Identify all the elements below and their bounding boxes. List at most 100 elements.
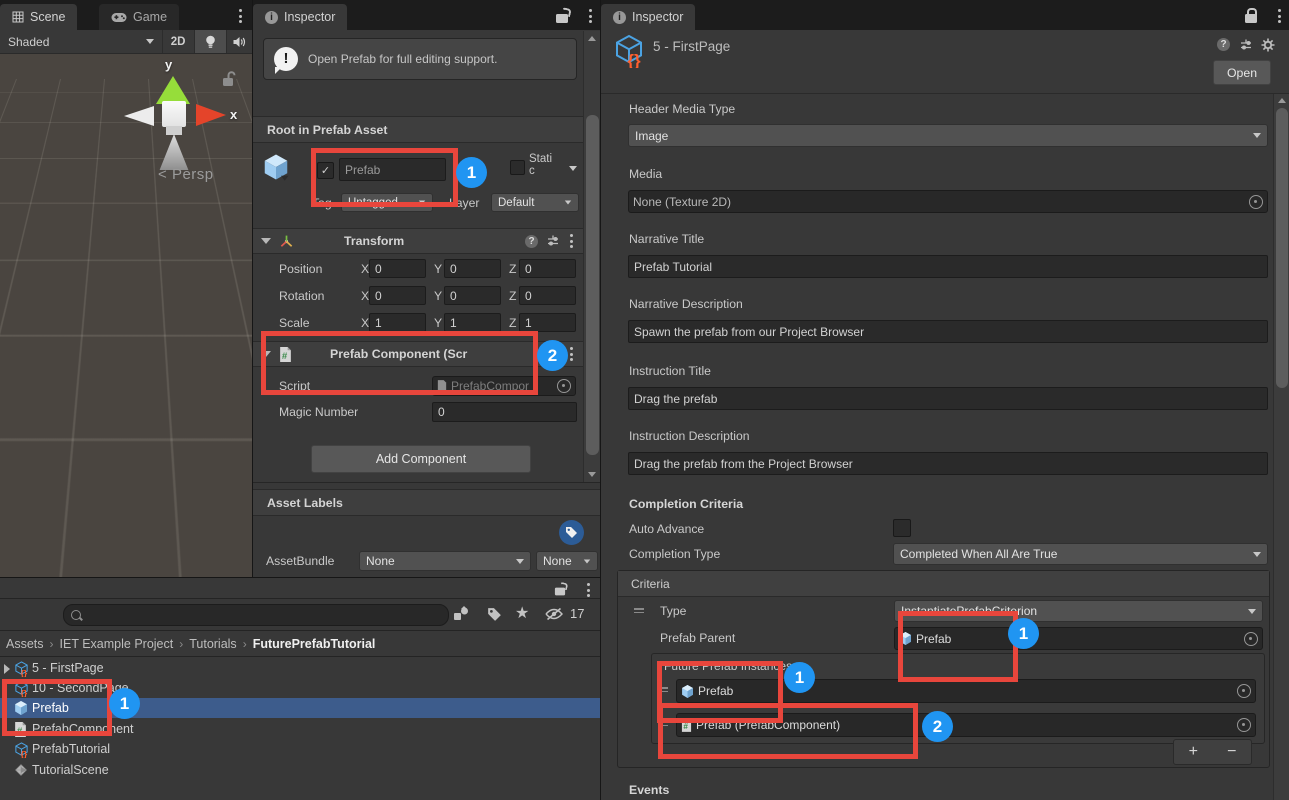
object-picker-icon[interactable] <box>1244 632 1258 646</box>
component-menu-icon[interactable] <box>568 232 575 250</box>
object-picker-icon[interactable] <box>1237 684 1251 698</box>
help-icon[interactable]: ? <box>1217 38 1230 51</box>
tab-game[interactable]: Game <box>99 4 179 30</box>
foldout-icon[interactable] <box>4 664 10 674</box>
search-by-type-icon[interactable] <box>452 605 470 623</box>
tab-inspector-page[interactable]: i Inspector <box>601 4 695 30</box>
remove-element-button[interactable]: − <box>1213 740 1252 764</box>
position-z-field[interactable]: 0 <box>519 259 576 278</box>
project-menu-icon[interactable] <box>583 579 594 601</box>
prefab-parent-object-field[interactable]: Prefab <box>894 627 1263 650</box>
project-search[interactable] <box>63 604 449 626</box>
breadcrumb-item[interactable]: Tutorials <box>189 637 236 651</box>
breadcrumb-item-current[interactable]: FuturePrefabTutorial <box>253 637 376 651</box>
scroll-up-icon[interactable] <box>588 36 596 41</box>
instance-1-object-field[interactable]: Prefab <box>676 679 1256 703</box>
tag-dropdown[interactable]: Untagged <box>341 193 433 212</box>
transform-header[interactable]: Transform ? <box>253 228 583 254</box>
gear-icon[interactable] <box>1261 38 1275 52</box>
project-item-prefabcomponent[interactable]: # PrefabComponent <box>0 719 600 739</box>
foldout-icon[interactable] <box>261 351 271 357</box>
rotation-x-field[interactable]: 0 <box>369 286 426 305</box>
unlock-icon[interactable] <box>220 70 236 87</box>
tab-inspector-prefab[interactable]: i Inspector <box>253 4 347 30</box>
project-item-prefabtutorial[interactable]: {} PrefabTutorial <box>0 739 600 759</box>
inspector-menu-icon[interactable] <box>585 5 596 27</box>
x-axis-cone[interactable] <box>196 104 226 126</box>
add-component-button[interactable]: Add Component <box>311 445 531 473</box>
scroll-down-icon[interactable] <box>588 472 596 477</box>
presets-icon[interactable] <box>1239 38 1253 52</box>
object-picker-icon[interactable] <box>1249 195 1263 209</box>
favorites-star-icon[interactable]: ★ <box>515 603 529 623</box>
project-item-secondpage[interactable]: {} 10 - SecondPage <box>0 678 600 698</box>
gameobject-active-checkbox[interactable]: ✓ <box>317 162 334 179</box>
scene-menu-icon[interactable] <box>235 5 246 27</box>
project-item-prefab[interactable]: Prefab <box>0 698 600 718</box>
rotation-z-field[interactable]: 0 <box>519 286 576 305</box>
asset-label-button[interactable] <box>559 520 584 545</box>
project-search-input[interactable] <box>86 607 441 623</box>
completion-type-dropdown[interactable]: Completed When All Are True <box>893 543 1268 565</box>
scale-z-field[interactable]: 1 <box>519 313 576 332</box>
z-axis-cone[interactable] <box>124 106 154 126</box>
scale-x-field[interactable]: 1 <box>369 313 426 332</box>
presets-icon[interactable] <box>546 234 560 248</box>
lock-icon[interactable] <box>1245 14 1257 23</box>
foldout-icon[interactable] <box>261 238 271 244</box>
reorder-handle-icon[interactable] <box>634 608 644 613</box>
gameobject-name-field[interactable]: Prefab <box>339 158 446 181</box>
reorder-handle-icon[interactable] <box>658 687 668 692</box>
static-checkbox[interactable] <box>510 160 525 175</box>
breadcrumb-item[interactable]: IET Example Project <box>60 637 174 651</box>
media-object-field[interactable]: None (Texture 2D) <box>628 190 1268 213</box>
y-axis-cone[interactable] <box>156 76 190 104</box>
project-item-firstpage[interactable]: {} 5 - FirstPage <box>0 658 600 678</box>
unlock-icon[interactable] <box>555 588 565 596</box>
object-picker-icon[interactable] <box>557 379 571 393</box>
page-inspector-scrollbar[interactable] <box>1273 94 1289 800</box>
layer-dropdown[interactable]: Default <box>491 193 579 212</box>
audio-toggle-button[interactable] <box>227 30 252 53</box>
search-by-label-icon[interactable] <box>487 607 502 622</box>
assetbundle-variant-dropdown[interactable]: None <box>536 551 598 571</box>
prefab-object[interactable] <box>162 101 186 127</box>
static-dropdown-icon[interactable] <box>569 166 577 171</box>
shading-mode-dropdown[interactable]: Shaded <box>0 30 163 53</box>
narrative-description-field[interactable]: Spawn the prefab from our Project Browse… <box>628 320 1268 343</box>
instruction-description-field[interactable]: Drag the prefab from the Project Browser <box>628 452 1268 475</box>
prefab-component-header[interactable]: # Prefab Component (Scr ? <box>253 341 583 367</box>
instance-2-object-field[interactable]: # Prefab (PrefabComponent) <box>676 713 1256 737</box>
script-object-field[interactable]: PrefabCompor <box>432 376 576 396</box>
narrative-title-field[interactable]: Prefab Tutorial <box>628 255 1268 278</box>
tab-scene[interactable]: Scene <box>0 4 77 30</box>
inspector-scrollbar[interactable] <box>583 31 601 482</box>
instruction-title-field[interactable]: Drag the prefab <box>628 387 1268 410</box>
scale-y-field[interactable]: 1 <box>444 313 501 332</box>
scrollbar-thumb[interactable] <box>586 115 599 455</box>
position-x-field[interactable]: 0 <box>369 259 426 278</box>
help-icon[interactable]: ? <box>547 348 560 361</box>
auto-advance-checkbox[interactable] <box>893 519 911 537</box>
scene-viewport[interactable]: y x < Persp <box>0 54 252 577</box>
scrollbar-thumb[interactable] <box>1276 108 1288 388</box>
lighting-toggle-button[interactable] <box>195 30 227 53</box>
help-icon[interactable]: ? <box>525 235 538 248</box>
reorder-handle-icon[interactable] <box>658 721 668 726</box>
component-menu-icon[interactable] <box>568 345 575 363</box>
breadcrumb-item[interactable]: Assets <box>6 637 44 651</box>
project-item-tutorialscene[interactable]: TutorialScene <box>0 760 600 780</box>
projection-gizmo-label[interactable]: < Persp <box>158 166 214 183</box>
scroll-up-icon[interactable] <box>1278 98 1286 103</box>
2d-toggle-button[interactable]: 2D <box>163 30 195 53</box>
unlock-icon[interactable] <box>556 14 568 23</box>
position-y-field[interactable]: 0 <box>444 259 501 278</box>
hidden-count-icon[interactable] <box>545 607 563 621</box>
rotation-y-field[interactable]: 0 <box>444 286 501 305</box>
header-media-type-dropdown[interactable]: Image <box>628 124 1268 147</box>
add-element-button[interactable]: + <box>1174 740 1213 764</box>
open-button[interactable]: Open <box>1213 60 1271 85</box>
magic-number-field[interactable]: 0 <box>432 402 577 422</box>
assetbundle-dropdown[interactable]: None <box>359 551 531 571</box>
object-picker-icon[interactable] <box>1237 718 1251 732</box>
